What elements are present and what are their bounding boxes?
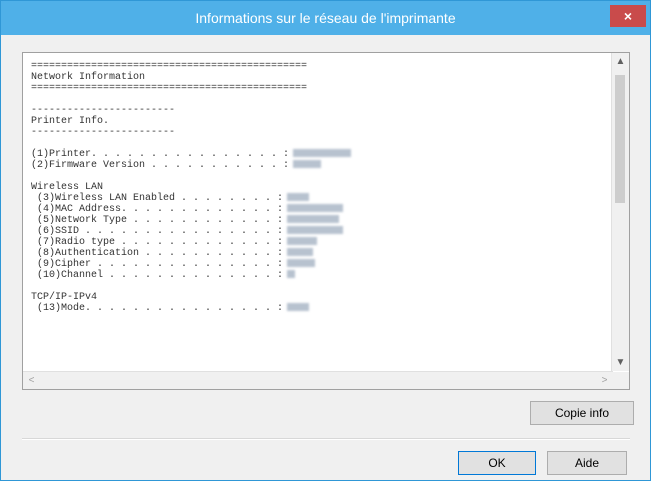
network-info-textbox[interactable]: ========================================… [22, 52, 630, 390]
report-line-label: (6)SSID . . . . . . . . . . . . . . . . … [31, 226, 284, 237]
report-line [31, 138, 611, 149]
report-line-ssid: (6)SSID . . . . . . . . . . . . . . . . … [31, 226, 611, 237]
report-line-label: (5)Network Type . . . . . . . . . . . . … [31, 215, 284, 226]
help-button[interactable]: Aide [547, 451, 627, 475]
report-line-mac: (4)MAC Address. . . . . . . . . . . . . … [31, 204, 611, 215]
report-line-auth: (8)Authentication . . . . . . . . . . . … [31, 248, 611, 259]
network-info-text: ========================================… [31, 61, 611, 371]
report-line-wlan-enabled: (3)Wireless LAN Enabled . . . . . . . . … [31, 193, 611, 204]
report-line-mode: (13)Mode. . . . . . . . . . . . . . . . … [31, 303, 611, 314]
report-line-label: (9)Cipher . . . . . . . . . . . . . . . … [31, 259, 284, 270]
redacted-value [287, 248, 314, 257]
report-line-firmware: (2)Firmware Version . . . . . . . . . . … [31, 160, 611, 171]
redacted-value [293, 160, 322, 169]
redacted-value [287, 204, 344, 213]
report-line-label: (3)Wireless LAN Enabled . . . . . . . . … [31, 193, 284, 204]
ok-button[interactable]: OK [458, 451, 536, 475]
report-line: ========================================… [31, 61, 308, 72]
report-line-channel: (10)Channel . . . . . . . . . . . . . . … [31, 270, 611, 281]
divider [22, 438, 630, 440]
scroll-left-icon[interactable]: < [23, 372, 40, 389]
vertical-scrollbar[interactable]: ▲ ▼ [611, 53, 629, 371]
redacted-value [287, 193, 310, 202]
printer-network-info-dialog: Informations sur le réseau de l'impriman… [0, 0, 651, 481]
close-icon: × [623, 8, 633, 24]
report-line [31, 94, 611, 105]
dialog-content: ========================================… [11, 35, 640, 480]
redacted-value [287, 270, 296, 279]
report-line-label: (7)Radio type . . . . . . . . . . . . . … [31, 237, 284, 248]
redacted-value [287, 215, 340, 224]
horizontal-scrollbar[interactable]: < > [23, 371, 613, 389]
scroll-up-icon[interactable]: ▲ [612, 53, 629, 70]
report-line-label: (4)MAC Address. . . . . . . . . . . . . … [31, 204, 284, 215]
report-line: Wireless LAN [31, 182, 104, 193]
report-line-label: (1)Printer. . . . . . . . . . . . . . . … [31, 149, 290, 160]
report-line-label: (2)Firmware Version . . . . . . . . . . … [31, 160, 290, 171]
redacted-value [287, 303, 310, 312]
report-line: TCP/IP-IPv4 [31, 292, 98, 303]
report-line: ------------------------ [31, 127, 176, 138]
redacted-value [293, 149, 352, 158]
title-bar: Informations sur le réseau de l'impriman… [1, 1, 650, 35]
close-button[interactable]: × [610, 5, 646, 27]
report-line-radio: (7)Radio type . . . . . . . . . . . . . … [31, 237, 611, 248]
scroll-right-icon[interactable]: > [596, 372, 613, 389]
redacted-value [287, 237, 318, 246]
window-title: Informations sur le réseau de l'impriman… [195, 10, 456, 26]
redacted-value [287, 226, 344, 235]
copy-info-button[interactable]: Copie info [530, 401, 634, 425]
report-line [31, 281, 611, 292]
redacted-value [287, 259, 316, 268]
report-line-printer: (1)Printer. . . . . . . . . . . . . . . … [31, 149, 611, 160]
vertical-scroll-thumb[interactable] [615, 75, 625, 203]
report-line: Printer Info. [31, 116, 110, 127]
report-line-label: (8)Authentication . . . . . . . . . . . … [31, 248, 284, 259]
report-line [31, 171, 611, 182]
report-line-cipher: (9)Cipher . . . . . . . . . . . . . . . … [31, 259, 611, 270]
report-line-label: (13)Mode. . . . . . . . . . . . . . . . … [31, 303, 284, 314]
report-line-label: (10)Channel . . . . . . . . . . . . . . … [31, 270, 284, 281]
scrollbar-corner [612, 372, 629, 389]
report-line: ------------------------ [31, 105, 176, 116]
scroll-down-icon[interactable]: ▼ [612, 354, 629, 371]
report-line-network-type: (5)Network Type . . . . . . . . . . . . … [31, 215, 611, 226]
report-line: ========================================… [31, 83, 308, 94]
report-line: Network Information [31, 72, 146, 83]
